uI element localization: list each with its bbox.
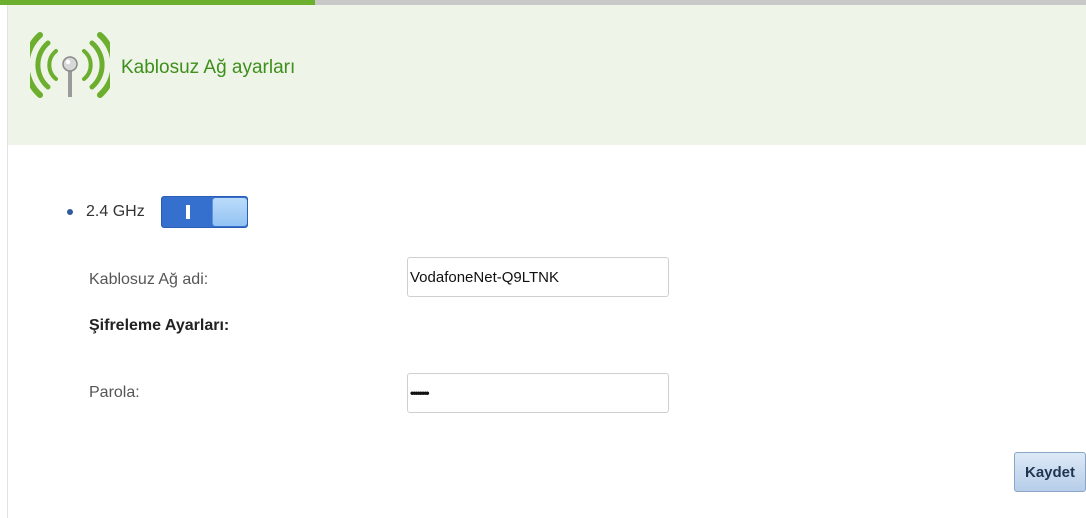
page-header: Kablosuz Ağ ayarları [8,5,1086,145]
band-enable-toggle[interactable] [161,196,248,228]
encryption-section-title: Şifreleme Ayarları: [89,317,230,334]
password-label: Parola: [89,384,140,401]
band-bullet [67,209,73,215]
band-label: 2.4 GHz [86,203,145,220]
toggle-knob[interactable] [212,198,247,226]
password-input[interactable] [407,373,669,413]
wireless-settings-page: Kablosuz Ağ ayarları 2.4 GHz Kablosuz Ağ… [0,0,1086,518]
page-title: Kablosuz Ağ ayarları [121,57,296,78]
wifi-antenna-icon [30,32,110,98]
save-button[interactable]: Kaydet [1014,452,1086,492]
ssid-label: Kablosuz Ağ adi: [89,271,209,288]
toggle-on-indicator [186,205,190,219]
ssid-input[interactable] [407,257,669,297]
